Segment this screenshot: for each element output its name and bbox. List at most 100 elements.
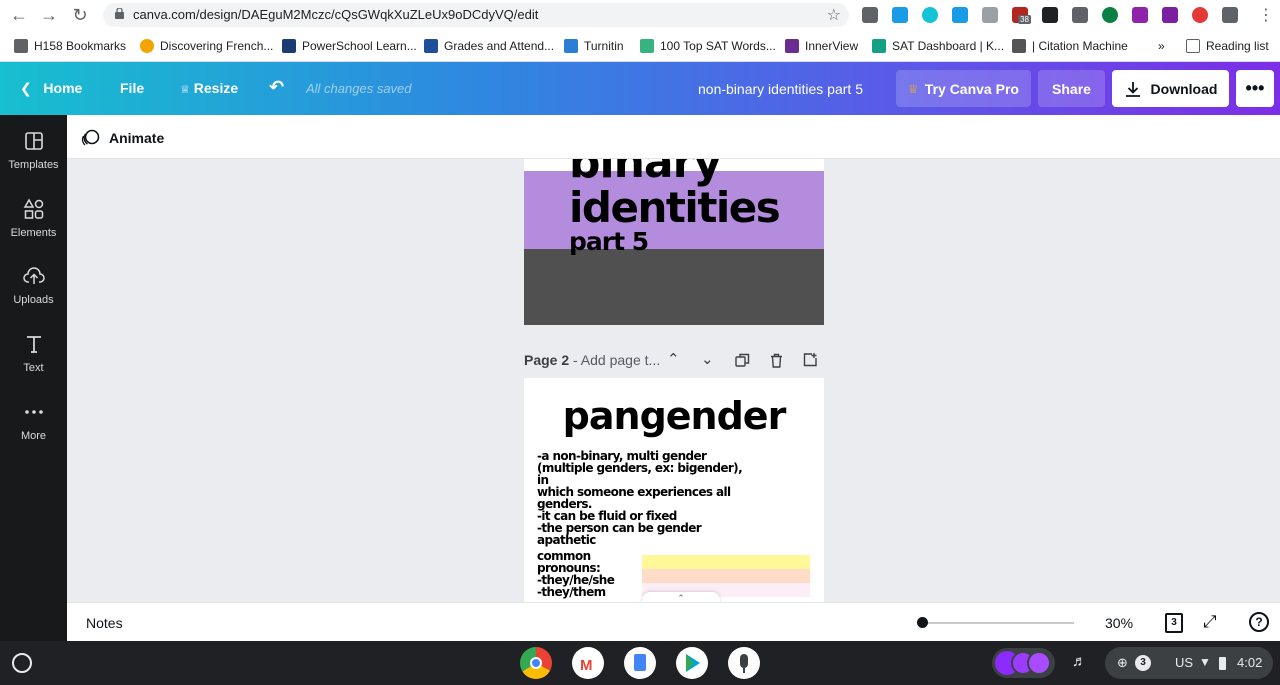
docs-app-icon[interactable] xyxy=(624,647,656,679)
bookmark-favicon xyxy=(564,39,578,53)
microphone-app-icon[interactable] xyxy=(728,647,760,679)
undo-icon[interactable]: ↶ xyxy=(269,77,284,98)
bookmark-item[interactable]: H158 Bookmarks xyxy=(14,37,126,55)
sidebar-item-text[interactable]: Text xyxy=(0,318,67,378)
try-canva-pro-button[interactable]: ♕ Try Canva Pro xyxy=(896,70,1031,107)
chrome-app-icon[interactable] xyxy=(520,647,552,679)
move-page-up-icon[interactable]: ⌃ xyxy=(667,350,680,368)
os-shelf: M ♬ ⊕ 3 US ▼ 4:02 xyxy=(0,641,1280,685)
bookmark-favicon xyxy=(140,39,154,53)
keyboard-locale: US xyxy=(1175,655,1194,670)
extension-tw-icon[interactable] xyxy=(1132,7,1148,23)
sidebar-item-more[interactable]: More xyxy=(0,386,67,446)
media-controls-icon[interactable]: ♬ xyxy=(1072,653,1087,670)
file-menu-button[interactable]: File xyxy=(120,80,144,96)
extension-r-icon[interactable] xyxy=(862,7,878,23)
delete-page-icon[interactable] xyxy=(769,353,784,368)
extension-vpn-icon[interactable] xyxy=(922,7,938,23)
bookmark-item[interactable]: SAT Dashboard | K... xyxy=(872,37,1004,55)
extension-copy-icon[interactable] xyxy=(982,7,998,23)
bookmarks-overflow[interactable]: » xyxy=(1158,37,1165,55)
more-options-button[interactable]: ••• xyxy=(1236,70,1274,107)
address-bar[interactable]: canva.com/design/DAEguM2Mczc/cQsGWqkXuZL… xyxy=(103,3,849,27)
extension-screenshot-icon[interactable] xyxy=(952,7,968,23)
wifi-icon: ▼ xyxy=(1199,655,1211,669)
sidebar-item-elements[interactable]: Elements xyxy=(0,183,67,243)
page-2[interactable]: pangender -a non-binary, multi gender (m… xyxy=(524,378,824,602)
bookmark-item[interactable]: Turnitin xyxy=(564,37,624,55)
bookmark-favicon xyxy=(785,39,799,53)
bookmark-favicon xyxy=(1012,39,1026,53)
context-toolbar: Animate xyxy=(67,115,1280,159)
uploads-icon xyxy=(22,267,45,284)
status-tray[interactable]: ⊕ 3 US ▼ 4:02 xyxy=(1105,647,1273,679)
bookmark-item[interactable]: 100 Top SAT Words... xyxy=(640,37,776,55)
home-button[interactable]: ❮ Home xyxy=(20,80,82,97)
gmail-app-icon[interactable]: M xyxy=(572,647,604,679)
page-count-button[interactable]: 3 xyxy=(1165,613,1183,633)
expand-pages-icon[interactable]: ⌃ xyxy=(642,592,720,602)
folder-icon xyxy=(14,39,28,53)
object-panel-sidebar: Templates Elements Uploads Text More xyxy=(0,115,67,641)
extension-pdf-icon[interactable] xyxy=(1162,7,1178,23)
extension-dark-icon[interactable] xyxy=(1042,7,1058,23)
page2-pronouns: common pronouns: -they/he/she -they/them xyxy=(537,549,615,599)
battery-icon xyxy=(1219,657,1226,670)
bookmark-favicon xyxy=(872,39,886,53)
launcher-icon[interactable] xyxy=(12,653,32,673)
design-title[interactable]: non-binary identities part 5 xyxy=(698,81,863,97)
bookmark-item[interactable]: Discovering French... xyxy=(140,37,273,55)
extension-lp-icon[interactable] xyxy=(1102,7,1118,23)
share-button[interactable]: Share xyxy=(1038,70,1105,107)
add-circle-icon: ⊕ xyxy=(1117,655,1128,670)
notes-button[interactable]: Notes xyxy=(86,615,123,631)
bookmark-favicon xyxy=(640,39,654,53)
duplicate-page-icon[interactable] xyxy=(735,353,750,368)
back-icon[interactable]: ← xyxy=(8,4,30,26)
text-icon xyxy=(26,336,41,353)
play-icon xyxy=(686,654,700,672)
download-button[interactable]: Download xyxy=(1112,70,1229,107)
url-text: canva.com/design/DAEguM2Mczc/cQsGWqkXuZL… xyxy=(133,7,539,22)
sidebar-item-templates[interactable]: Templates xyxy=(0,115,67,175)
play-store-app-icon[interactable] xyxy=(676,647,708,679)
extension-download-icon[interactable] xyxy=(892,7,908,23)
page-1[interactable]: binary identities part 5 xyxy=(524,159,824,325)
zoom-level[interactable]: 30% xyxy=(1105,615,1133,631)
help-button[interactable]: ? xyxy=(1249,612,1269,632)
clock: 4:02 xyxy=(1237,655,1263,670)
chrome-menu-icon[interactable]: ⋮ xyxy=(1258,5,1274,25)
reload-icon[interactable]: ↻ xyxy=(69,4,91,26)
reading-list[interactable]: Reading list xyxy=(1186,37,1269,55)
extension-note-icon[interactable] xyxy=(1072,7,1088,23)
fullscreen-icon[interactable]: ⤢ xyxy=(1203,612,1217,632)
page-2-label[interactable]: Page 2 - Add page t... xyxy=(524,352,660,368)
pangender-flag-stripe xyxy=(642,569,810,583)
sidebar-item-uploads[interactable]: Uploads xyxy=(0,250,67,310)
bookmark-item[interactable]: | Citation Machine xyxy=(1012,37,1128,55)
reading-list-icon xyxy=(1186,39,1200,53)
tray-avatar-pods[interactable] xyxy=(992,648,1055,678)
resize-button[interactable]: ♕ Resize xyxy=(180,80,238,96)
extension-badge: 38 xyxy=(1018,15,1031,24)
bookmark-item[interactable]: PowerSchool Learn... xyxy=(282,37,417,55)
page1-gray-band xyxy=(524,249,824,325)
bookmark-item[interactable]: InnerView xyxy=(785,37,858,55)
chevron-left-icon: ❮ xyxy=(20,80,32,96)
bookmark-item[interactable]: Grades and Attend... xyxy=(424,37,554,55)
move-page-down-icon[interactable]: ⌄ xyxy=(701,350,714,368)
bookmarks-bar: H158 Bookmarks Discovering French... Pow… xyxy=(0,32,1280,60)
page2-title: pangender xyxy=(562,394,787,438)
forward-icon[interactable]: → xyxy=(38,4,60,26)
puzzle-icon[interactable] xyxy=(1222,7,1238,23)
notification-count: 3 xyxy=(1135,655,1151,671)
pangender-flag-stripe xyxy=(642,555,810,569)
bookmark-star-icon[interactable]: ☆ xyxy=(827,5,841,25)
zoom-slider-handle[interactable] xyxy=(917,617,928,628)
animate-button[interactable]: Animate xyxy=(81,128,164,148)
browser-toolbar: ← → ↻ canva.com/design/DAEguM2Mczc/cQsGW… xyxy=(0,0,1280,62)
add-page-icon[interactable] xyxy=(803,352,818,367)
extension-cast-icon[interactable] xyxy=(1192,7,1208,23)
zoom-slider[interactable] xyxy=(922,622,1074,624)
bookmark-favicon xyxy=(282,39,296,53)
